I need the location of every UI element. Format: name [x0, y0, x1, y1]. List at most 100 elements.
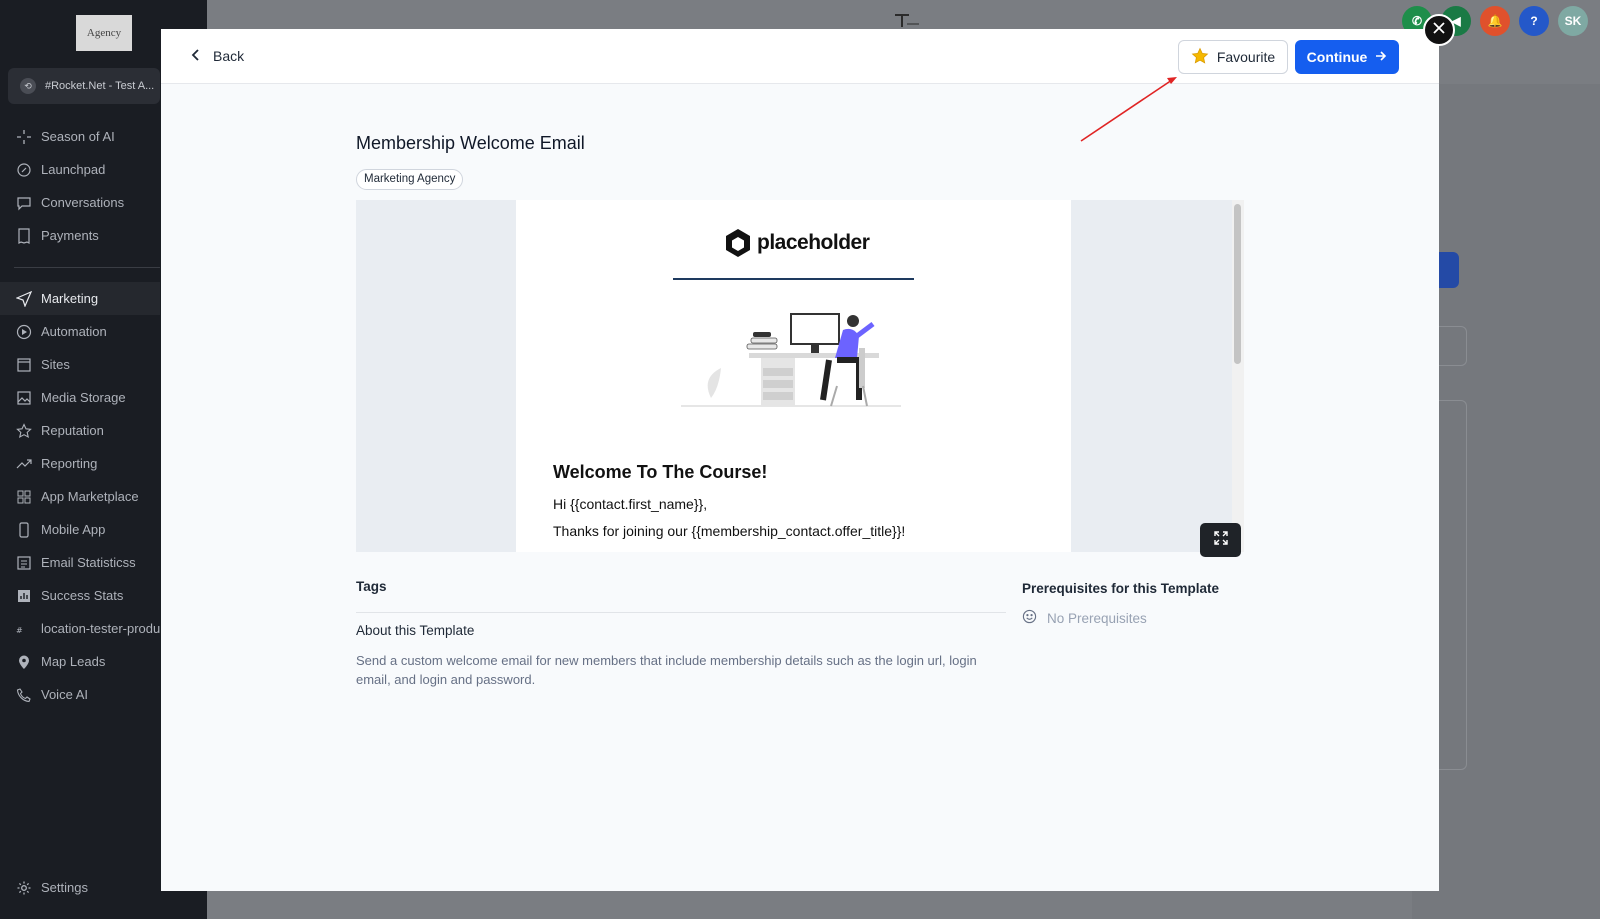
svg-text:#: #	[16, 626, 23, 635]
sidebar-item-conversations[interactable]: Conversations	[0, 186, 160, 219]
sidebar-item-label: Media Storage	[41, 390, 126, 405]
sidebar-item-label: Success Stats	[41, 588, 124, 603]
sidebar-item-payments[interactable]: Payments	[0, 219, 160, 252]
location-code-icon: #	[16, 621, 32, 637]
star-icon	[1191, 47, 1209, 68]
brand-logo: placeholder	[724, 228, 870, 258]
tags-heading: Tags	[356, 579, 387, 594]
agency-logo[interactable]: Agency	[76, 15, 132, 51]
sidebar-item-label: Payments	[41, 228, 99, 243]
continue-label: Continue	[1306, 49, 1368, 65]
grid-icon	[16, 489, 32, 505]
sidebar-item-label: Launchpad	[41, 162, 106, 177]
hexagon-logo-icon	[726, 229, 750, 257]
header-logo	[893, 12, 921, 28]
sidebar-item-label: Conversations	[41, 195, 125, 210]
sites-icon	[16, 357, 32, 373]
email-body-line: Thanks for joining our {{membership_cont…	[553, 523, 906, 539]
email-heading: Welcome To The Course!	[553, 462, 768, 482]
sidebar-item-reputation[interactable]: Reputation	[0, 414, 160, 447]
automation-icon	[16, 324, 32, 340]
sidebar-item-automation[interactable]: Automation	[0, 315, 160, 348]
sidebar-item-map-leads[interactable]: Map Leads	[0, 645, 160, 678]
arrow-right-icon	[1375, 49, 1387, 65]
sidebar-item-label: Settings	[41, 880, 88, 895]
modal-header: Back Favourite Continue	[161, 29, 1439, 84]
image-icon	[16, 390, 32, 406]
sidebar-item-settings[interactable]: Settings	[0, 871, 160, 904]
gear-icon	[16, 880, 32, 896]
send-icon	[16, 290, 32, 307]
close-icon	[1433, 21, 1445, 39]
template-preview-modal: Back Favourite Continue Membership Welco…	[161, 29, 1439, 891]
sidebar-item-label: Marketing	[41, 291, 99, 306]
continue-button[interactable]: Continue	[1295, 40, 1399, 74]
sidebar-item-label: Reputation	[41, 423, 104, 438]
prerequisites-text: No Prerequisites	[1047, 610, 1147, 626]
back-label: Back	[213, 48, 245, 64]
sidebar-item-app-marketplace[interactable]: App Marketplace	[0, 480, 160, 513]
sidebar-item-media-storage[interactable]: Media Storage	[0, 381, 160, 414]
star-icon	[16, 422, 32, 439]
category-tag: Marketing Agency	[356, 169, 464, 190]
sidebar-item-season-of-ai[interactable]: Season of AI	[0, 120, 160, 153]
sidebar-item-location-tester-produ[interactable]: # location-tester-produ	[0, 612, 160, 645]
sidebar-item-label: App Marketplace	[41, 489, 139, 504]
account-name: #Rocket.Net - Test A...	[45, 80, 155, 92]
stats-icon	[16, 555, 32, 571]
sidebar-item-label: location-tester-produ	[41, 621, 160, 636]
receipt-icon	[16, 227, 32, 244]
account-icon: ⟲	[20, 78, 36, 94]
sidebar-item-voice-ai[interactable]: Voice AI	[0, 678, 160, 711]
fullscreen-button[interactable]	[1200, 523, 1241, 557]
avatar[interactable]: SK	[1558, 6, 1588, 36]
account-switcher[interactable]: ⟲ #Rocket.Net - Test A...	[8, 68, 160, 104]
chart-icon	[16, 588, 32, 604]
close-modal-button[interactable]	[1423, 14, 1455, 46]
map-pin-icon	[16, 654, 32, 670]
sidebar-item-mobile-app[interactable]: Mobile App	[0, 513, 160, 546]
help-icon[interactable]: ?	[1519, 6, 1549, 36]
sidebar-item-sites[interactable]: Sites	[0, 348, 160, 381]
about-heading: About this Template	[356, 623, 475, 638]
chat-icon	[16, 195, 32, 211]
chevron-left-icon	[191, 48, 201, 64]
email-greeting: Hi {{contact.first_name}},	[553, 496, 708, 512]
desk-illustration	[681, 313, 901, 407]
prerequisites-heading: Prerequisites for this Template	[1022, 581, 1220, 596]
rocket-icon	[16, 162, 32, 178]
smiley-icon	[1022, 609, 1037, 627]
sidebar-item-reporting[interactable]: Reporting	[0, 447, 160, 480]
sidebar-item-email-statisticss[interactable]: Email Statisticss	[0, 546, 160, 579]
expand-icon	[1213, 530, 1228, 550]
template-title: Membership Welcome Email	[356, 133, 585, 153]
voice-icon	[16, 687, 32, 703]
sidebar-item-success-stats[interactable]: Success Stats	[0, 579, 160, 612]
brand-name: placeholder	[757, 231, 870, 254]
prerequisites-status: No Prerequisites	[1022, 609, 1147, 627]
phone-icon	[16, 521, 32, 538]
about-description: Send a custom welcome email for new memb…	[356, 653, 977, 687]
sparkle-icon	[16, 129, 32, 145]
logo-text: Agency	[86, 27, 122, 39]
email-preview[interactable]: placeholder Welcome To The Course! Hi {{…	[356, 200, 1244, 552]
sidebar-item-label: Map Leads	[41, 654, 106, 669]
sidebar-item-launchpad[interactable]: Launchpad	[0, 153, 160, 186]
favourite-label: Favourite	[1216, 49, 1276, 65]
sidebar-item-marketing[interactable]: Marketing	[0, 282, 160, 315]
header-rule	[673, 278, 914, 280]
sidebar-item-label: Sites	[41, 357, 70, 372]
email-body: placeholder Welcome To The Course! Hi {{…	[516, 200, 1071, 552]
section-divider	[356, 612, 1006, 613]
sidebar-item-label: Automation	[41, 324, 107, 339]
back-button[interactable]: Back	[191, 43, 244, 69]
sidebar-item-label: Season of AI	[41, 129, 115, 144]
sidebar-item-label: Mobile App	[41, 522, 106, 537]
sidebar-divider	[14, 267, 160, 268]
favourite-button[interactable]: Favourite	[1178, 40, 1288, 74]
trend-icon	[16, 456, 32, 472]
sidebar-item-label: Voice AI	[41, 687, 88, 702]
preview-scrollbar-thumb[interactable]	[1234, 204, 1241, 364]
bell-icon[interactable]: 🔔	[1480, 6, 1510, 36]
sidebar-item-label: Email Statisticss	[41, 555, 136, 570]
